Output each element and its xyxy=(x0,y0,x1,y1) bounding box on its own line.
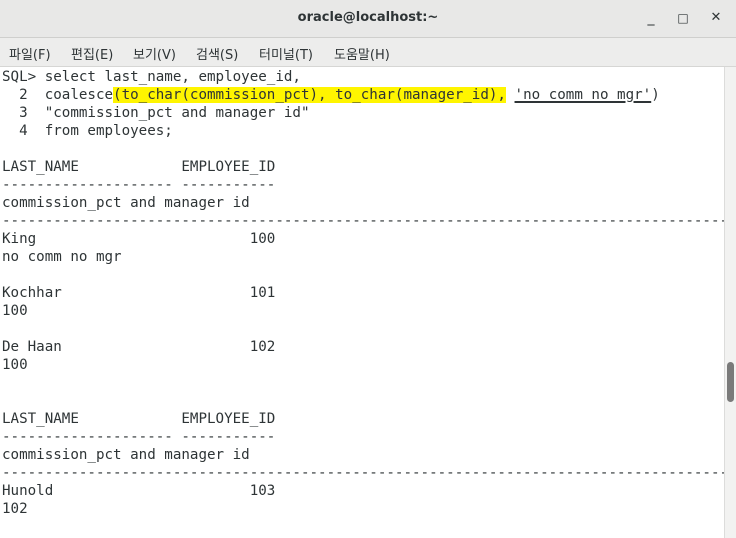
column-separator-2: ----------------------------------------… xyxy=(2,213,724,229)
terminal-output[interactable]: SQL> select last_name, employee_id, 2 co… xyxy=(0,67,724,538)
menu-search[interactable]: 검색(S) xyxy=(196,44,238,63)
menu-edit[interactable]: 편집(E) xyxy=(71,44,113,63)
sql-line-1: SQL> select last_name, employee_id, xyxy=(2,69,301,85)
sql-line-4: 4 from employees; xyxy=(2,123,173,139)
title-bar[interactable]: oracle@localhost:~ _ □ ✕ xyxy=(0,0,736,38)
column-separator-1: -------------------- ----------- xyxy=(2,177,276,193)
column-separator-1: -------------------- ----------- xyxy=(2,429,276,445)
result-value: 100 xyxy=(2,303,28,319)
result-row: Hunold 103 xyxy=(2,483,276,499)
column-header-2: commission_pct and manager id xyxy=(2,195,250,211)
result-row: De Haan 102 xyxy=(2,339,276,355)
column-header-2: commission_pct and manager id xyxy=(2,447,250,463)
underlined-literal: 'no comm no mgr' xyxy=(514,87,652,103)
column-header-1: LAST_NAME EMPLOYEE_ID xyxy=(2,159,276,175)
maximize-button[interactable]: □ xyxy=(672,8,694,28)
minimize-button[interactable]: _ xyxy=(640,8,662,28)
vertical-scrollbar[interactable] xyxy=(724,67,736,538)
close-button[interactable]: ✕ xyxy=(705,8,727,28)
menu-help[interactable]: 도움말(H) xyxy=(334,44,390,63)
column-separator-2: ----------------------------------------… xyxy=(2,465,724,481)
sql-line-2: 2 coalesce(to_char(commission_pct), to_c… xyxy=(2,86,660,104)
highlighted-commission-arg: (to_char(commission_pct), xyxy=(113,87,336,103)
terminal-window: oracle@localhost:~ _ □ ✕ 파일(F) 편집(E) 보기(… xyxy=(0,0,736,538)
sql-line-3: 3 "commission_pct and manager id" xyxy=(2,105,310,121)
column-header-1: LAST_NAME EMPLOYEE_ID xyxy=(2,411,276,427)
result-value: no comm no mgr xyxy=(2,249,122,265)
sql-line-2-close: ) xyxy=(651,87,660,103)
sql-line-2-gap xyxy=(506,87,515,103)
scrollbar-thumb[interactable] xyxy=(727,362,734,402)
result-row: Kochhar 101 xyxy=(2,285,276,301)
highlighted-manager-arg: to_char(manager_id), xyxy=(335,87,506,103)
result-value: 100 xyxy=(2,357,28,373)
result-value: 102 xyxy=(2,501,28,517)
menu-terminal[interactable]: 터미널(T) xyxy=(259,44,313,63)
menu-bar: 파일(F) 편집(E) 보기(V) 검색(S) 터미널(T) 도움말(H) xyxy=(0,38,736,67)
menu-file[interactable]: 파일(F) xyxy=(9,44,51,63)
result-row: King 100 xyxy=(2,231,276,247)
menu-view[interactable]: 보기(V) xyxy=(133,44,176,63)
window-title: oracle@localhost:~ xyxy=(297,10,439,25)
sql-line-2-prefix: 2 coalesce xyxy=(2,87,114,103)
